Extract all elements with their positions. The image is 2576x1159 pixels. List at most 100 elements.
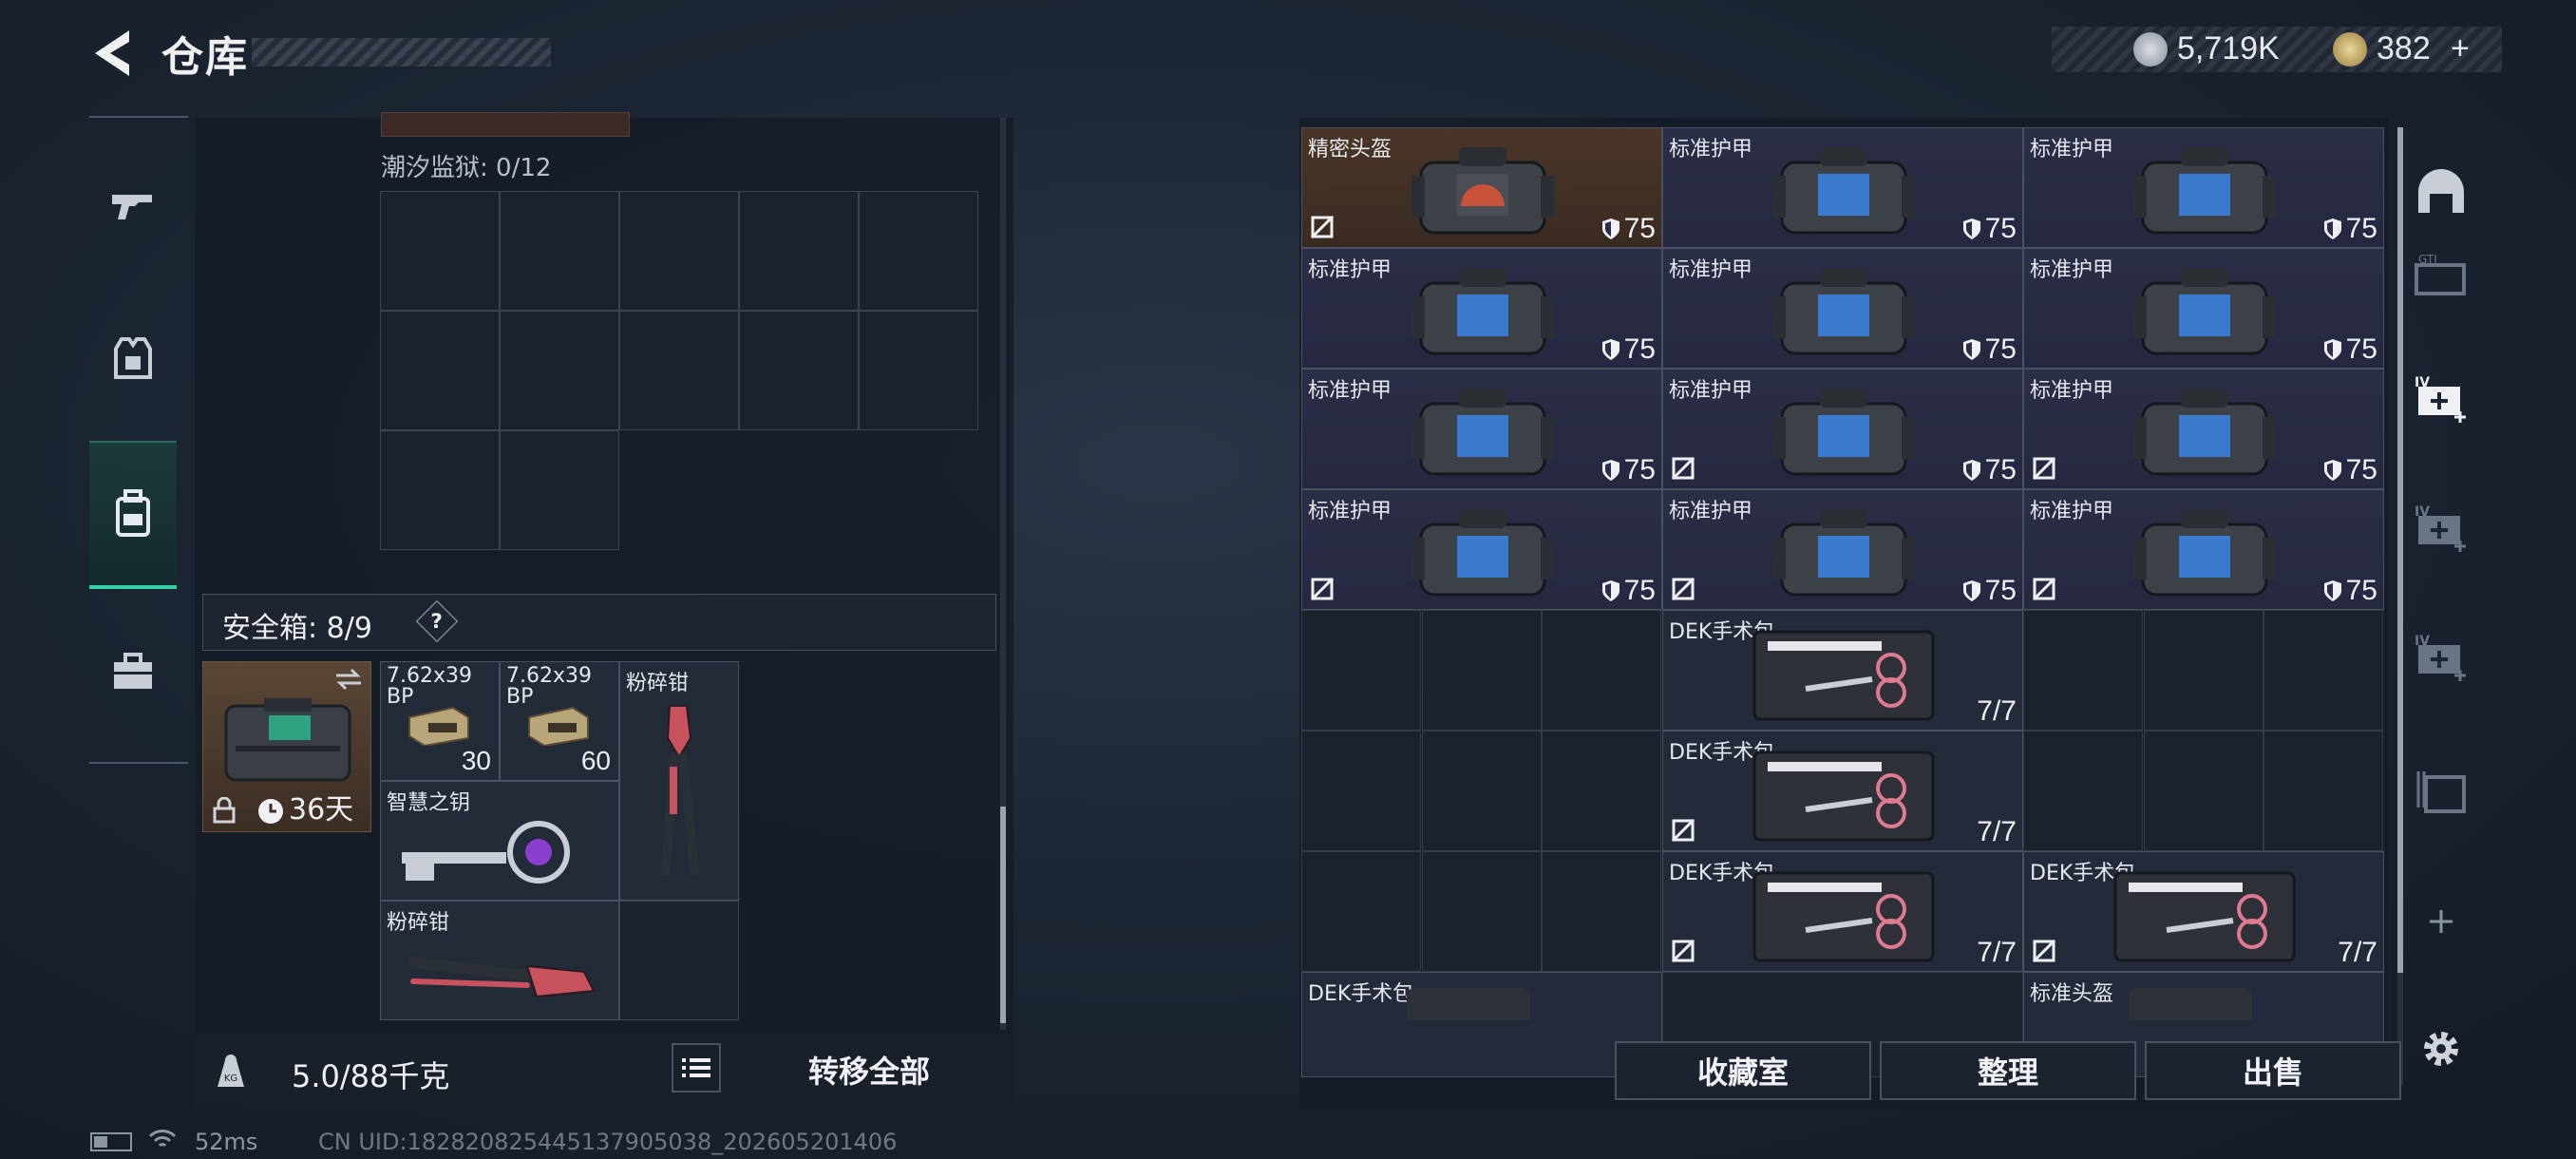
durability-value: 75 [2323,575,2377,607]
stash-tab-helmet[interactable] [2411,162,2472,222]
uses-count: 7/7 [2338,937,2377,968]
grid-slot[interactable] [380,311,500,430]
organize-button[interactable]: 整理 [1880,1041,2136,1100]
crusher-pliers-item[interactable]: 粉碎钳 [380,901,619,1020]
surgery-kit-item[interactable]: DEK手术包 [1301,972,1662,1077]
surgery-kit-icon [1752,630,1935,721]
durability-value: 75 [2323,454,2377,486]
stash-tab-gti[interactable]: GTI [2411,245,2472,306]
page-title: 仓库 [161,33,249,82]
stash-slot[interactable] [2023,610,2143,731]
scrollbar-thumb[interactable] [1000,807,1006,1023]
add-currency-button[interactable]: + [2451,30,2470,67]
stash-tab-iv-1[interactable]: IV [2411,369,2472,429]
swap-icon[interactable] [334,668,363,691]
add-case-icon: IV [2415,504,2466,552]
stash-slot[interactable] [2263,610,2384,731]
sell-button[interactable]: 出售 [2145,1041,2401,1100]
surgery-kit-item[interactable]: DEK手术包 7/7 [2023,851,2384,972]
grid-slot[interactable] [619,901,739,1020]
durability-value: 75 [1601,213,1656,245]
grid-slot[interactable] [500,430,619,550]
stash-slot[interactable] [2143,610,2263,731]
stash-tabs: GTI IV IV IV [2397,118,2483,1110]
back-arrow-icon [95,30,129,76]
grid-slot[interactable] [739,311,859,430]
list-icon [682,1058,710,1077]
armor-bag-icon [2133,389,2276,476]
item-icon [1407,988,1530,1020]
armor-item[interactable]: 标准护甲 75 [1662,127,2023,248]
stash-slot[interactable] [2143,731,2263,851]
stash-slot[interactable] [1542,610,1662,731]
surgery-kit-item[interactable]: DEK手术包 7/7 [1662,851,2023,972]
grid-slot[interactable] [859,191,978,311]
shield-icon [2323,580,2341,601]
shield-icon [1962,580,1980,601]
ammo-box-icon [528,706,589,746]
grid-slot[interactable] [380,191,500,311]
nav-toolbox[interactable] [89,600,177,743]
armor-item[interactable]: 标准护甲 75 [2023,369,2384,489]
gun-icon [112,195,152,219]
armor-item[interactable]: 标准护甲 75 [1301,489,1662,610]
stash-tab-ii[interactable] [2411,760,2472,821]
armor-item[interactable]: 标准护甲 75 [1662,248,2023,369]
stash-slot[interactable] [1301,851,1421,972]
collection-room-button[interactable]: 收藏室 [1615,1041,1871,1100]
transfer-all-button[interactable]: 转移全部 [738,1043,1000,1096]
item-icon [2129,988,2252,1020]
nav-armor[interactable] [89,287,177,429]
nav-weapon[interactable] [89,135,177,277]
stash-tab-iv-3[interactable]: IV [2411,627,2472,688]
stash-slot[interactable] [2023,731,2143,851]
armor-item[interactable]: 标准护甲 75 [1301,248,1662,369]
list-view-button[interactable] [672,1043,721,1092]
stash-slot[interactable] [1301,731,1421,851]
stash-slot[interactable] [1542,731,1662,851]
gti-case-icon: GTI [2415,253,2466,295]
stash-slot[interactable] [1421,731,1542,851]
grid-slot[interactable] [500,191,619,311]
armor-item[interactable]: 标准护甲 75 [2023,127,2384,248]
silver-value: 5,719K [2177,30,2280,66]
grid-slot[interactable] [500,311,619,430]
stash-slot[interactable] [2263,731,2384,851]
weight-bar: KG 5.0/88千克 转移全部 [195,1034,1013,1108]
helmet-item[interactable]: 精密头盔 75 [1301,127,1662,248]
stash-slot[interactable] [1542,851,1662,972]
ammo-item[interactable]: 7.62x39 BP 60 [500,661,619,781]
grid-slot[interactable] [380,430,500,550]
currency-bar: 5,719K 382 + [2052,27,2502,72]
shield-icon [2323,339,2341,360]
crusher-pliers-item[interactable]: 粉碎钳 [619,661,739,901]
help-icon[interactable]: ? [415,599,459,643]
ammo-item[interactable]: 7.62x39 BP 30 [380,661,500,781]
wisdom-key-item[interactable]: 智慧之钥 [380,781,619,901]
svg-text:GTI: GTI [2418,253,2437,266]
stash-slot[interactable] [1301,610,1421,731]
armor-item[interactable]: 标准护甲 75 [1662,489,2023,610]
back-button[interactable] [87,27,135,80]
nav-backpack[interactable] [89,441,177,589]
grid-slot[interactable] [859,311,978,430]
safe-box-card[interactable]: 36天 [202,661,371,832]
add-tab-button[interactable] [2411,891,2472,952]
armor-item[interactable]: 标准护甲 75 [2023,248,2384,369]
helmet-bag-icon [1411,147,1554,235]
armor-item[interactable]: 标准护甲 75 [2023,489,2384,610]
surgery-kit-item[interactable]: DEK手术包 7/7 [1662,610,2023,731]
settings-button[interactable] [2411,1018,2472,1079]
helmet-icon [2418,169,2464,213]
grid-slot[interactable] [739,191,859,311]
grid-slot[interactable] [619,311,739,430]
armor-bag-icon [2133,147,2276,235]
surgery-kit-item[interactable]: DEK手术包 7/7 [1662,731,2023,851]
stash-tab-iv-2[interactable]: IV [2411,498,2472,559]
scrollbar-track[interactable] [1000,118,1006,1030]
armor-item[interactable]: 标准护甲 75 [1301,369,1662,489]
stash-slot[interactable] [1421,610,1542,731]
stash-slot[interactable] [1421,851,1542,972]
armor-item[interactable]: 标准护甲 75 [1662,369,2023,489]
grid-slot[interactable] [619,191,739,311]
